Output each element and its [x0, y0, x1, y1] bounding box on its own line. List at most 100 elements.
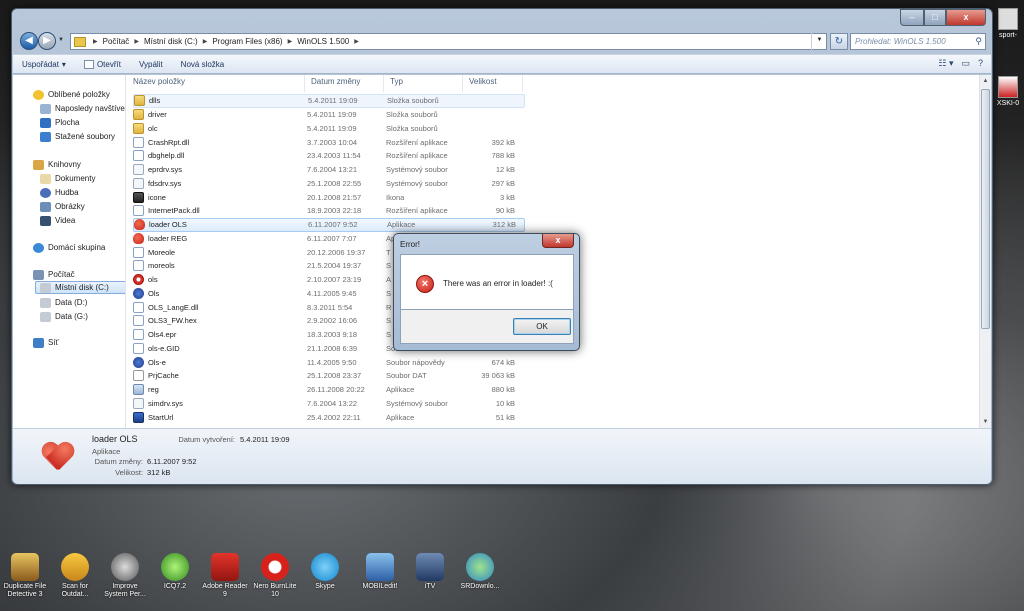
file-type: S [386, 288, 392, 298]
desktop-shortcut[interactable]: Nero BurnLite 10 [250, 550, 300, 599]
desktop-shortcut[interactable]: Improve System Per... [100, 550, 150, 599]
help-icon[interactable]: ? [978, 58, 983, 69]
chevron-right-icon[interactable]: ▶ [200, 38, 211, 45]
nav-recent[interactable]: Naposledy navštívené [40, 102, 125, 115]
column-size[interactable]: Velikost [463, 75, 523, 92]
nav-favorites[interactable]: Oblíbené položky [33, 88, 110, 101]
file-row[interactable]: simdrv.sys 7.6.2004 13:22 Systémový soubor… [133, 397, 525, 411]
nav-music[interactable]: Hudba [40, 186, 79, 199]
shortcut-label: Improve System Per... [104, 583, 146, 598]
file-row[interactable]: icone 20.1.2008 21:57 Ikona 3 kB [133, 190, 525, 204]
file-row[interactable]: loader OLS 6.11.2007 9:52 Aplikace 312 kB [133, 217, 525, 232]
new-folder-button[interactable]: Nová složka [172, 60, 234, 69]
scroll-thumb[interactable] [981, 89, 990, 329]
search-icon[interactable]: ⚲ [975, 36, 982, 47]
scroll-down-icon[interactable]: ▼ [980, 416, 991, 428]
file-type: Aplikace [387, 220, 416, 230]
column-name[interactable]: Název položky [127, 75, 305, 92]
burn-button[interactable]: Vypálit [130, 60, 172, 69]
nav-downloads[interactable]: Stažené soubory [40, 130, 115, 143]
column-type[interactable]: Typ [384, 75, 463, 92]
nav-documents[interactable]: Dokumenty [40, 172, 95, 185]
file-date: 18.9.2003 22:18 [307, 206, 362, 216]
file-row[interactable]: StartUrl 25.4.2002 22:11 Aplikace 51 kB [133, 410, 525, 424]
nav-libraries[interactable]: Knihovny [33, 158, 81, 171]
nav-label: Oblíbené položky [48, 90, 110, 99]
chevron-right-icon[interactable]: ▶ [285, 38, 296, 45]
chevron-right-icon[interactable]: ▶ [131, 38, 142, 45]
file-row[interactable]: eprdrv.sys 7.6.2004 13:21 Systémový soubor… [133, 163, 525, 177]
desktop-icons: Duplicate File Detective 3 Scan for Outda… [0, 550, 520, 611]
file-row[interactable]: InternetPack.dll 18.9.2003 22:18 Rozšíření… [133, 204, 525, 218]
search-input[interactable]: Prohledat: WinOLS 1.500 ⚲ [850, 33, 986, 50]
nav-local-disk-c[interactable]: Místní disk (C:) [35, 281, 125, 294]
file-name-cell: StartUrl [133, 411, 303, 423]
back-button[interactable]: ◀ [20, 32, 38, 50]
dialog-close-button[interactable]: x [542, 234, 574, 248]
file-row[interactable]: driver 5.4.2011 19:09 Složka souborů [133, 108, 525, 122]
chevron-right-icon[interactable]: ▶ [90, 38, 101, 45]
shortcut-label: Duplicate File Detective 3 [3, 583, 47, 598]
forward-button[interactable]: ▶ [38, 32, 56, 50]
desktop-shortcut[interactable]: MOBILedit! [355, 550, 405, 591]
desktop-shortcut[interactable]: iTV [405, 550, 455, 591]
file-row[interactable]: reg 26.11.2008 20:22 Aplikace 880 kB [133, 383, 525, 397]
drive-icon [40, 297, 51, 308]
file-name: loader REG [148, 233, 188, 243]
nav-homegroup[interactable]: Domácí skupina [33, 241, 105, 254]
file-row[interactable]: Ols-e 11.4.2005 9:50 Soubor nápovědy 674 kB [133, 355, 525, 369]
file-row[interactable]: dbghelp.dll 23.4.2003 11:54 Rozšíření apli… [133, 149, 525, 163]
nav-data-g[interactable]: Data (G:) [40, 310, 88, 323]
history-dropdown-icon[interactable]: ▼ [58, 37, 64, 43]
desktop-shortcut[interactable]: Skype [300, 550, 350, 591]
address-bar[interactable]: ▶ Počítač ▶ Místní disk (C:) ▶ Program F… [70, 33, 827, 50]
view-mode-icon[interactable]: ☷ ▾ [938, 58, 953, 69]
file-row[interactable]: CrashRpt.dll 3.7.2003 10:04 Rozšíření apli… [133, 135, 525, 149]
file-date: 2.10.2007 23:19 [307, 275, 362, 285]
breadcrumb-computer[interactable]: Počítač [101, 37, 132, 46]
file-date: 18.3.2003 9:18 [307, 330, 358, 340]
file-row[interactable]: dlls 5.4.2011 19:09 Složka souborů [133, 94, 525, 108]
desktop-shortcut[interactable]: Adobe Reader 9 [200, 550, 250, 599]
breadcrumb-winols[interactable]: WinOLS 1.500 [295, 37, 351, 46]
ok-button[interactable]: OK [513, 318, 571, 335]
chevron-right-icon[interactable]: ▶ [351, 38, 362, 45]
file-name-cell: loader OLS [134, 219, 304, 231]
open-icon [83, 59, 94, 69]
file-name: simdrv.sys [148, 398, 183, 408]
column-date[interactable]: Datum změny [305, 75, 384, 92]
vertical-scrollbar[interactable]: ▲ ▼ [979, 75, 991, 428]
nav-videos[interactable]: Videa [40, 214, 75, 227]
nav-desktop[interactable]: Plocha [40, 116, 79, 129]
file-name: Ols-e [148, 357, 166, 367]
close-button[interactable]: x [946, 9, 986, 26]
refresh-button[interactable]: ↻ [830, 33, 848, 50]
desktop-shortcut[interactable]: ICQ7.2 [150, 550, 200, 591]
desktop-icon-sport[interactable]: sport- [992, 8, 1024, 39]
nav-computer[interactable]: Počítač [33, 268, 75, 281]
open-button[interactable]: Otevřít [75, 59, 130, 69]
pdf-icon [998, 76, 1018, 98]
file-name: ols-e.GID [148, 343, 180, 353]
organize-menu[interactable]: Uspořádat ▾ [13, 60, 75, 69]
file-name: InternetPack.dll [148, 206, 200, 216]
desktop-icon-xski[interactable]: XSKI-0 [992, 76, 1024, 107]
nav-network[interactable]: Síť [33, 336, 59, 349]
breadcrumb-program-files[interactable]: Program Files (x86) [210, 37, 284, 46]
desktop-shortcut[interactable]: Duplicate File Detective 3 [0, 550, 50, 599]
maximize-button[interactable]: □ [924, 9, 946, 26]
desktop-shortcut[interactable]: SRDownlo... [455, 550, 505, 591]
desktop-shortcut[interactable]: Scan for Outdat... [50, 550, 100, 599]
address-dropdown-icon[interactable]: ▼ [811, 33, 827, 50]
breadcrumb-local-disk[interactable]: Místní disk (C:) [142, 37, 200, 46]
nav-data-d[interactable]: Data (D:) [40, 296, 87, 309]
file-row[interactable]: olc 5.4.2011 19:09 Složka souborů [133, 122, 525, 136]
file-date: 7.6.2004 13:22 [307, 398, 358, 408]
minimize-button[interactable]: – [900, 9, 924, 26]
nav-pictures[interactable]: Obrázky [40, 200, 85, 213]
preview-pane-icon[interactable]: ▭ [961, 58, 970, 69]
file-row[interactable]: PrjCache 25.1.2008 23:37 Soubor DAT 39 063 … [133, 369, 525, 383]
scroll-up-icon[interactable]: ▲ [980, 75, 991, 87]
file-row[interactable]: fdsdrv.sys 25.1.2008 22:55 Systémový soubo… [133, 177, 525, 191]
chevron-down-icon: ▾ [61, 59, 66, 69]
